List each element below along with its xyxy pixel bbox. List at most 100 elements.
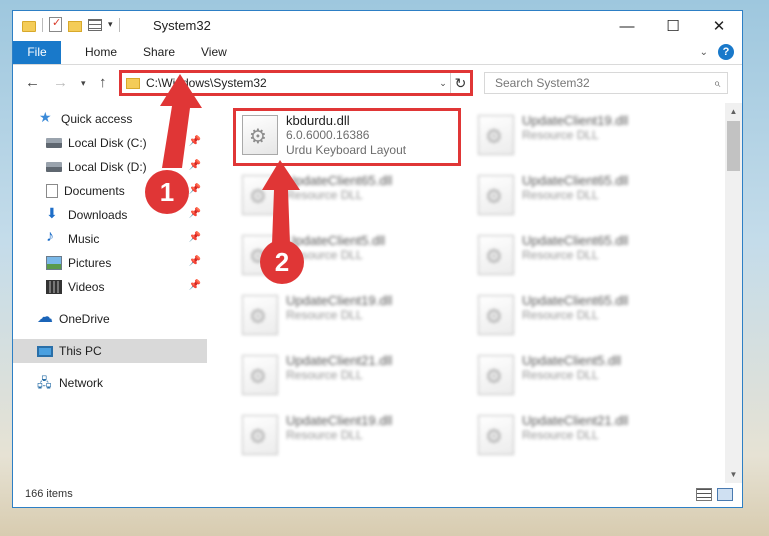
- drive-icon: [46, 138, 62, 148]
- dll-file-icon: [478, 295, 514, 335]
- search-box[interactable]: Search System32 ⌕: [484, 72, 728, 94]
- file-description: Resource DLL: [522, 368, 599, 382]
- sidebar-item-label: Downloads: [68, 208, 128, 222]
- forward-icon[interactable]: →: [53, 74, 68, 91]
- address-bar[interactable]: C:\Windows\System32 ⌄ ↻: [119, 70, 473, 96]
- dll-file-icon: [478, 415, 514, 455]
- sidebar-item-label: Network: [59, 376, 104, 390]
- file-description: Resource DLL: [522, 308, 599, 322]
- dll-file-icon: [478, 355, 514, 395]
- file-tile[interactable]: UpdateClient21.dllResource DLL: [472, 409, 692, 463]
- file-name: UpdateClient21.dll: [286, 353, 393, 368]
- file-description: Resource DLL: [286, 188, 363, 202]
- file-tile[interactable]: UpdateClient65.dllResource DLL: [472, 229, 692, 283]
- details-view-icon[interactable]: [696, 488, 712, 501]
- dll-file-icon: [478, 175, 514, 215]
- pin-icon[interactable]: 📌: [189, 256, 201, 267]
- navigation-bar: ← → ▾ ↑ C:\Windows\System32 ⌄ ↻ Search S…: [13, 65, 742, 101]
- properties-icon[interactable]: [49, 16, 62, 32]
- sidebar-item-quick-access[interactable]: Quick access: [13, 107, 207, 131]
- vertical-scrollbar[interactable]: ▲ ▼: [725, 103, 742, 483]
- maximize-button[interactable]: ☐: [650, 11, 696, 41]
- dll-file-icon: [478, 115, 514, 155]
- file-tile[interactable]: UpdateClient65.dllResource DLL: [472, 289, 692, 343]
- address-path[interactable]: C:\Windows\System32: [146, 76, 436, 90]
- file-list: kbdurdu.dll 6.0.6000.16386 Urdu Keyboard…: [209, 103, 725, 483]
- expand-ribbon-icon[interactable]: ⌄: [700, 47, 708, 58]
- file-name: UpdateClient5.dll: [522, 353, 622, 368]
- file-tile[interactable]: UpdateClient5.dllResource DLL: [472, 349, 692, 403]
- navigation-pane: Quick access Local Disk (C:) 📌 Local Dis…: [13, 103, 207, 483]
- scroll-down-icon[interactable]: ▼: [725, 466, 742, 483]
- dll-file-icon: [242, 415, 278, 455]
- scroll-thumb[interactable]: [727, 121, 740, 171]
- recent-locations-icon[interactable]: ▾: [81, 78, 86, 89]
- new-folder-icon[interactable]: [68, 20, 82, 32]
- step-1-badge: 1: [145, 170, 189, 214]
- address-dropdown-icon[interactable]: ⌄: [436, 78, 450, 89]
- tab-view[interactable]: View: [187, 41, 241, 64]
- scroll-up-icon[interactable]: ▲: [725, 103, 742, 120]
- file-name: UpdateClient19.dll: [522, 113, 629, 128]
- file-description: Resource DLL: [522, 128, 599, 142]
- network-icon: [37, 374, 53, 396]
- pin-icon[interactable]: 📌: [189, 232, 201, 243]
- back-icon[interactable]: ←: [25, 74, 40, 91]
- file-tile[interactable]: UpdateClient19.dllResource DLL: [236, 409, 456, 463]
- tab-file[interactable]: File: [13, 41, 61, 64]
- file-description: Resource DLL: [522, 248, 599, 262]
- toolbar-divider: [42, 17, 43, 32]
- sidebar-item-label: Quick access: [61, 112, 133, 126]
- sidebar-item-music[interactable]: Music 📌: [13, 227, 207, 251]
- view-menu-icon[interactable]: [88, 18, 102, 31]
- tab-home[interactable]: Home: [71, 41, 131, 64]
- file-description: Resource DLL: [286, 308, 363, 322]
- customize-toolbar-icon[interactable]: ▾: [108, 19, 113, 30]
- refresh-icon[interactable]: ↻: [450, 73, 470, 93]
- file-name: UpdateClient65.dll: [522, 293, 629, 308]
- file-tile[interactable]: UpdateClient19.dllResource DLL: [472, 109, 692, 163]
- sidebar-item-onedrive[interactable]: OneDrive: [13, 307, 207, 331]
- pin-icon[interactable]: 📌: [189, 136, 201, 147]
- sidebar-item-pictures[interactable]: Pictures 📌: [13, 251, 207, 275]
- folder-icon: [22, 20, 36, 32]
- file-description: Resource DLL: [286, 428, 363, 442]
- status-bar: 166 items: [13, 483, 742, 507]
- ribbon-right-controls: ⌄ ?: [700, 44, 734, 60]
- file-name: UpdateClient19.dll: [286, 413, 393, 428]
- up-icon[interactable]: ↑: [99, 74, 107, 91]
- file-tile[interactable]: UpdateClient65.dllResource DLL: [236, 169, 456, 223]
- pin-icon[interactable]: 📌: [189, 184, 201, 195]
- sidebar-item-videos[interactable]: Videos 📌: [13, 275, 207, 299]
- tab-share[interactable]: Share: [129, 41, 189, 64]
- file-tile[interactable]: UpdateClient21.dllResource DLL: [236, 349, 456, 403]
- sidebar-item-this-pc[interactable]: This PC: [13, 339, 207, 363]
- dll-file-icon: [242, 355, 278, 395]
- drive-icon: [46, 162, 62, 172]
- sidebar-item-network[interactable]: Network: [13, 371, 207, 396]
- step-2-badge: 2: [260, 240, 304, 284]
- search-input[interactable]: Search System32: [495, 76, 707, 90]
- help-icon[interactable]: ?: [718, 44, 734, 60]
- pin-icon[interactable]: 📌: [189, 208, 201, 219]
- dll-file-icon: [242, 295, 278, 335]
- sidebar-item-local-disk-c[interactable]: Local Disk (C:) 📌: [13, 131, 207, 155]
- close-button[interactable]: ✕: [696, 11, 742, 41]
- file-description: Resource DLL: [522, 428, 599, 442]
- file-tile[interactable]: UpdateClient19.dllResource DLL: [236, 289, 456, 343]
- large-icons-view-icon[interactable]: [717, 488, 733, 501]
- sidebar-item-label: Videos: [68, 280, 105, 294]
- toolbar-divider: [118, 17, 120, 32]
- sidebar-item-label: OneDrive: [59, 312, 110, 326]
- pictures-icon: [46, 256, 62, 270]
- sidebar-item-label: Music: [68, 232, 100, 246]
- minimize-button[interactable]: —: [604, 11, 650, 41]
- music-icon: [46, 228, 62, 246]
- file-tile[interactable]: UpdateClient65.dllResource DLL: [472, 169, 692, 223]
- quick-access-toolbar: ▾: [22, 16, 120, 32]
- pin-icon[interactable]: 📌: [189, 160, 201, 171]
- documents-icon: [46, 184, 58, 198]
- pin-icon[interactable]: 📌: [189, 280, 201, 291]
- search-icon: ⌕: [713, 75, 721, 90]
- star-icon: [39, 109, 55, 126]
